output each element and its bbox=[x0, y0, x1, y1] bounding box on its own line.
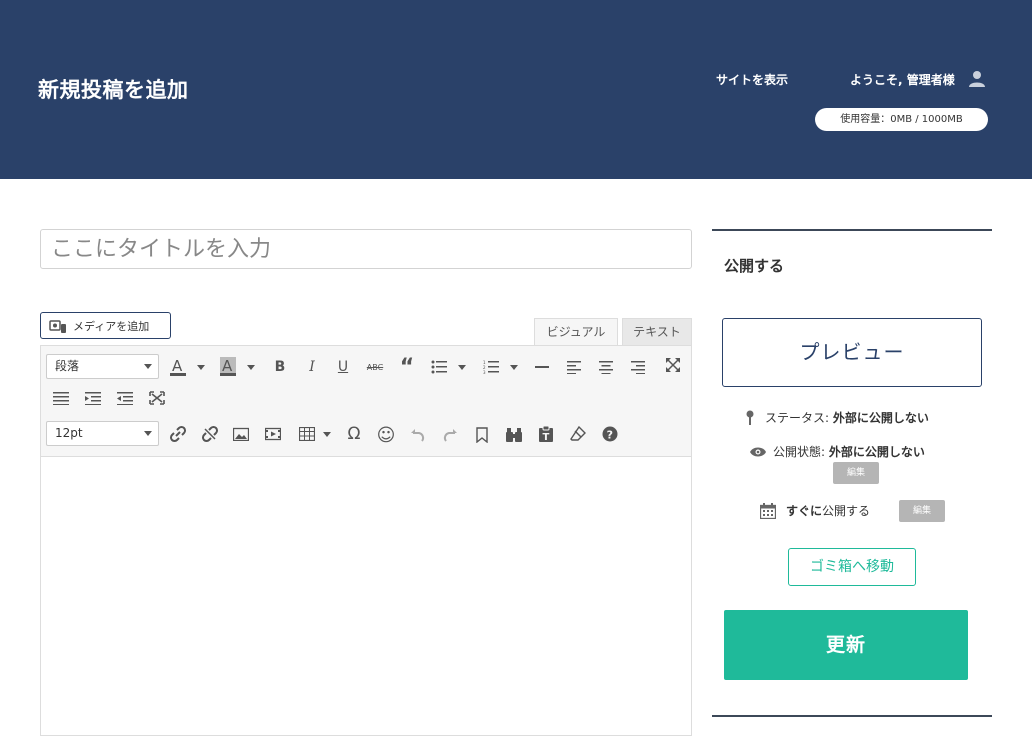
special-character-icon[interactable]: Ω bbox=[343, 423, 365, 445]
numbered-list-dropdown-icon[interactable] bbox=[510, 365, 518, 370]
redo-icon[interactable] bbox=[439, 423, 461, 445]
svg-text:A: A bbox=[172, 357, 183, 375]
indent-icon[interactable] bbox=[82, 387, 104, 409]
background-color-icon[interactable]: A bbox=[217, 356, 239, 378]
unlink-icon[interactable] bbox=[199, 423, 221, 445]
insert-image-icon[interactable] bbox=[230, 423, 252, 445]
publish-box-bottom-border bbox=[712, 715, 992, 717]
find-replace-icon[interactable] bbox=[503, 424, 525, 446]
storage-usage-badge: 使用容量：0MB / 1000MB bbox=[815, 108, 988, 131]
underline-icon[interactable]: U bbox=[332, 356, 354, 378]
add-media-label: メディアを追加 bbox=[73, 319, 150, 333]
emoticon-icon[interactable]: ☺ bbox=[375, 424, 397, 446]
link-icon[interactable] bbox=[167, 423, 189, 445]
publish-box-heading: 公開する bbox=[724, 257, 785, 275]
italic-icon[interactable]: I bbox=[301, 356, 323, 378]
text-color-dropdown-icon[interactable] bbox=[197, 365, 205, 370]
update-button[interactable]: 更新 bbox=[724, 610, 968, 680]
background-color-dropdown-icon[interactable] bbox=[247, 365, 255, 370]
table-dropdown-icon[interactable] bbox=[323, 432, 331, 437]
status-row: ステータス: 外部に公開しない bbox=[745, 409, 929, 426]
visibility-row: 公開状態: 外部に公開しない bbox=[749, 443, 925, 460]
fullscreen-icon[interactable] bbox=[662, 354, 684, 376]
schedule-bold: すぐに bbox=[786, 504, 823, 518]
tab-visual[interactable]: ビジュアル bbox=[534, 318, 618, 346]
preview-button[interactable]: プレビュー bbox=[722, 318, 982, 387]
help-icon[interactable]: ? bbox=[599, 423, 621, 445]
text-color-icon[interactable]: A bbox=[167, 356, 189, 378]
svg-text:A: A bbox=[222, 357, 233, 375]
welcome-user-link[interactable]: ようこそ, 管理者様 bbox=[850, 71, 955, 88]
align-center-icon[interactable] bbox=[595, 356, 617, 378]
font-size-select[interactable]: 12pt bbox=[46, 421, 159, 446]
justify-icon[interactable] bbox=[50, 387, 72, 409]
key-icon bbox=[746, 410, 754, 425]
tab-text[interactable]: テキスト bbox=[622, 318, 692, 346]
format-select-value: 段落 bbox=[55, 359, 80, 373]
post-title-input[interactable] bbox=[40, 229, 692, 269]
status-label: ステータス: bbox=[765, 411, 833, 425]
distraction-free-icon[interactable] bbox=[146, 387, 168, 409]
editor-toolbar: 段落 A A B I U ABC “ 123 12pt Ω ☺ T ? bbox=[40, 345, 692, 457]
undo-icon[interactable] bbox=[407, 423, 429, 445]
schedule-text: 公開する bbox=[822, 504, 871, 518]
outdent-icon[interactable] bbox=[114, 387, 136, 409]
svg-text:3: 3 bbox=[483, 370, 486, 374]
bullet-list-dropdown-icon[interactable] bbox=[458, 365, 466, 370]
calendar-icon bbox=[760, 502, 776, 519]
visibility-label: 公開状態: bbox=[773, 445, 829, 459]
svg-text:T: T bbox=[543, 432, 550, 442]
eye-icon bbox=[750, 447, 766, 456]
content-editor[interactable] bbox=[40, 456, 692, 736]
align-left-icon[interactable] bbox=[563, 356, 585, 378]
font-size-select-value: 12pt bbox=[55, 426, 83, 440]
numbered-list-icon[interactable]: 123 bbox=[480, 356, 502, 378]
align-right-icon[interactable] bbox=[627, 356, 649, 378]
format-select[interactable]: 段落 bbox=[46, 354, 159, 379]
media-icon bbox=[49, 319, 66, 333]
svg-text:?: ? bbox=[607, 429, 613, 442]
page-title: 新規投稿を追加 bbox=[38, 78, 189, 102]
table-icon[interactable] bbox=[296, 423, 318, 445]
paste-text-icon[interactable]: T bbox=[535, 423, 557, 445]
horizontal-line-icon[interactable] bbox=[531, 356, 553, 378]
visibility-value: 外部に公開しない bbox=[828, 445, 925, 459]
clear-formatting-icon[interactable] bbox=[567, 423, 589, 445]
publish-box-top-border bbox=[712, 229, 992, 231]
admin-header: 新規投稿を追加 サイトを表示 ようこそ, 管理者様 使用容量：0MB / 100… bbox=[0, 0, 1032, 179]
anchor-icon[interactable] bbox=[471, 424, 493, 446]
schedule-row: すぐに公開する bbox=[760, 502, 870, 519]
add-media-button[interactable]: メディアを追加 bbox=[40, 312, 171, 339]
status-value: 外部に公開しない bbox=[832, 411, 929, 425]
bullet-list-icon[interactable] bbox=[428, 356, 450, 378]
user-icon[interactable] bbox=[968, 70, 986, 88]
edit-schedule-button[interactable]: 編集 bbox=[899, 500, 945, 522]
strikethrough-icon[interactable]: ABC bbox=[364, 356, 386, 378]
blockquote-icon[interactable]: “ bbox=[396, 355, 418, 380]
edit-visibility-button[interactable]: 編集 bbox=[833, 462, 879, 484]
move-to-trash-button[interactable]: ゴミ箱へ移動 bbox=[788, 548, 916, 586]
insert-video-icon[interactable] bbox=[262, 423, 284, 445]
view-site-link[interactable]: サイトを表示 bbox=[716, 71, 788, 88]
bold-icon[interactable]: B bbox=[269, 356, 291, 378]
